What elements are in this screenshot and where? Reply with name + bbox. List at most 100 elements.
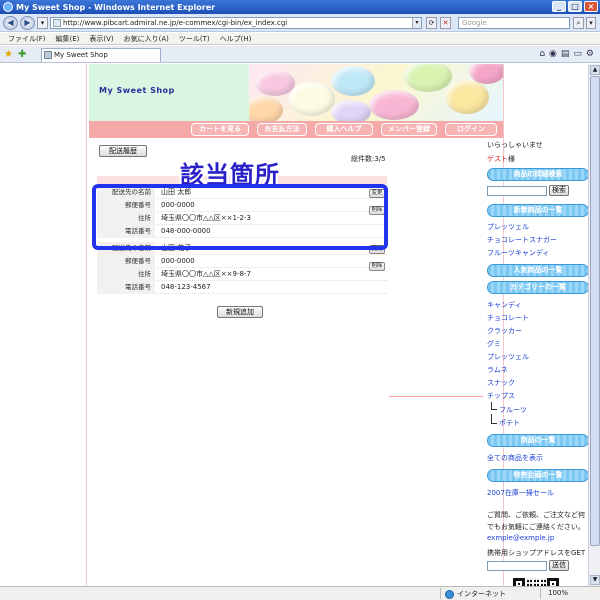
new-item-link[interactable]: フルーツキャンディ: [487, 248, 549, 258]
category-link[interactable]: クラッカー: [487, 326, 522, 336]
forward-button[interactable]: ▶: [20, 16, 35, 30]
guest-line: ゲスト様: [487, 154, 515, 164]
tab-my-sweet-shop[interactable]: My Sweet Shop: [41, 48, 161, 62]
scroll-thumb[interactable]: [590, 76, 600, 546]
all-products-link[interactable]: 全ての商品を表示: [487, 453, 543, 463]
mobile-text: 携帯用ショップアドレスをGET: [487, 549, 586, 557]
print-icon[interactable]: ▤: [561, 49, 570, 59]
toolbar-icons: ⌂ ◉ ▤ ▭ ⚙: [539, 49, 594, 59]
tools-menu-icon[interactable]: ⚙: [586, 49, 594, 59]
contact-text-1: ご質問、ご依頼、ご注文など何: [487, 511, 585, 519]
zone-label: インターネット: [457, 590, 506, 598]
address-bar-row: ◀ ▶ ▾ http://www.pibcart.admiral.ne.jp/e…: [0, 14, 600, 32]
stop-icon[interactable]: ✕: [440, 17, 451, 29]
minimize-button[interactable]: _: [552, 1, 566, 12]
add-favorite-icon[interactable]: ✚: [18, 49, 26, 60]
delete-address-2-button[interactable]: 削除: [369, 262, 385, 271]
page-viewport: My Sweet Shop カートを見る お支払方法 購入ヘルプ メンバー登録 …: [0, 64, 588, 586]
zoom-level[interactable]: 100%: [548, 589, 568, 597]
refresh-icon[interactable]: ⟳: [426, 17, 437, 29]
product-search-button[interactable]: 検索: [549, 185, 569, 196]
maximize-button[interactable]: □: [568, 1, 582, 12]
label-zip: 郵便番号: [97, 255, 155, 268]
scroll-up-icon[interactable]: ▲: [590, 65, 600, 75]
menu-file[interactable]: ファイル(F): [8, 34, 46, 44]
total-count: 総件数:3/5: [351, 155, 386, 163]
category-link[interactable]: プレッツェル: [487, 352, 529, 362]
favorites-star-icon[interactable]: ★: [4, 49, 13, 60]
search-section-header: 商品の詳細検索: [487, 168, 588, 181]
back-button[interactable]: ◀: [3, 16, 18, 30]
category-link[interactable]: グミ: [487, 339, 501, 349]
status-separator: [540, 588, 541, 599]
nav-member-register[interactable]: メンバー登録: [381, 123, 437, 136]
feed-icon[interactable]: ◉: [549, 49, 557, 59]
status-bar: インターネット 100%: [0, 586, 600, 600]
address-dropdown-icon[interactable]: ▾: [412, 18, 421, 28]
address-row-address: 住所 埼玉県〇〇市△△区××9-8-7: [97, 268, 387, 281]
nav-login[interactable]: ログイン: [445, 123, 497, 136]
products-header: 商品の一覧: [487, 434, 588, 447]
annotation-highlight-box: [92, 184, 388, 250]
menu-tools[interactable]: ツール(T): [179, 34, 210, 44]
search-input[interactable]: Google: [458, 17, 570, 29]
category-link[interactable]: チョコレート: [487, 313, 529, 323]
search-options-icon[interactable]: ▾: [586, 17, 596, 29]
history-dropdown-icon[interactable]: ▾: [37, 17, 48, 29]
shop-nav: カートを見る お支払方法 購入ヘルプ メンバー登録 ログイン: [89, 121, 503, 138]
tab-bar: ★ ✚ My Sweet Shop ⌂ ◉ ▤ ▭ ⚙: [0, 46, 600, 63]
vertical-scrollbar[interactable]: ▲ ▼: [588, 64, 600, 586]
ie-icon: [3, 2, 13, 12]
contact-email-link[interactable]: exmple@exmple.jp: [487, 534, 554, 542]
category-header: カテゴリーの一覧: [487, 281, 588, 294]
new-item-link[interactable]: プレッツェル: [487, 222, 529, 232]
menu-help[interactable]: ヘルプ(H): [220, 34, 252, 44]
page-icon: [53, 19, 61, 27]
sidebar: いらっしゃいませ ゲスト様 商品の詳細検索 検索 新着商品の一覧 プレッツェル …: [485, 138, 588, 586]
delivery-history-button[interactable]: 配送履歴: [99, 145, 147, 157]
subcategory-link[interactable]: ポテト: [499, 418, 520, 428]
subcategory-link[interactable]: フルーツ: [499, 405, 527, 415]
candy-banner-image: [249, 64, 503, 121]
nav-payment-method[interactable]: お支払方法: [257, 123, 307, 136]
menu-edit[interactable]: 編集(E): [56, 34, 80, 44]
nav-view-cart[interactable]: カートを見る: [191, 123, 249, 136]
globe-icon: [445, 589, 454, 599]
mobile-send-button[interactable]: 送信: [549, 560, 569, 571]
value-zip: 000-0000: [161, 257, 195, 265]
contact-text-2: でもお気軽にご連絡ください。: [487, 523, 585, 531]
category-link[interactable]: ラムネ: [487, 365, 508, 375]
address-row-phone: 電話番号 048-123-4567: [97, 281, 387, 294]
window-titlebar: My Sweet Shop - Windows Internet Explore…: [0, 0, 600, 14]
tree-branch: [491, 402, 497, 410]
shop-header: My Sweet Shop: [89, 64, 503, 121]
status-separator: [440, 588, 441, 599]
guest-label: ゲスト: [487, 155, 508, 163]
popular-items-header[interactable]: 人気商品の一覧: [487, 264, 588, 277]
nav-purchase-help[interactable]: 購入ヘルプ: [315, 123, 373, 136]
scroll-down-icon[interactable]: ▼: [590, 575, 600, 585]
address-input[interactable]: http://www.pibcart.admiral.ne.jp/e-comme…: [50, 17, 422, 29]
product-search-input[interactable]: [487, 186, 547, 196]
content-divider: [389, 396, 483, 397]
close-button[interactable]: ×: [584, 1, 598, 12]
category-link[interactable]: キャンディ: [487, 300, 522, 310]
tree-branch: [491, 414, 497, 424]
address-row-zip: 郵便番号 000-0000: [97, 255, 387, 268]
security-zone[interactable]: インターネット: [445, 589, 506, 599]
shop-logo[interactable]: My Sweet Shop: [99, 86, 175, 95]
category-link[interactable]: チップス: [487, 391, 515, 401]
menu-view[interactable]: 表示(V): [89, 34, 113, 44]
new-item-link[interactable]: チョコレートスナガー: [487, 235, 557, 245]
menu-favorites[interactable]: お気に入り(A): [124, 34, 169, 44]
mobile-email-input[interactable]: [487, 561, 547, 571]
add-new-address-button[interactable]: 新規追加: [217, 306, 263, 318]
search-icon[interactable]: ⌕: [573, 17, 584, 29]
category-link[interactable]: スナック: [487, 378, 515, 388]
special-item-link[interactable]: 2007在庫一掃セール: [487, 488, 554, 498]
home-icon[interactable]: ⌂: [539, 49, 545, 59]
window-title: My Sweet Shop - Windows Internet Explore…: [16, 2, 216, 12]
page-menu-icon[interactable]: ▭: [573, 49, 582, 59]
search-placeholder: Google: [462, 19, 487, 27]
tab-favicon: [44, 51, 52, 59]
